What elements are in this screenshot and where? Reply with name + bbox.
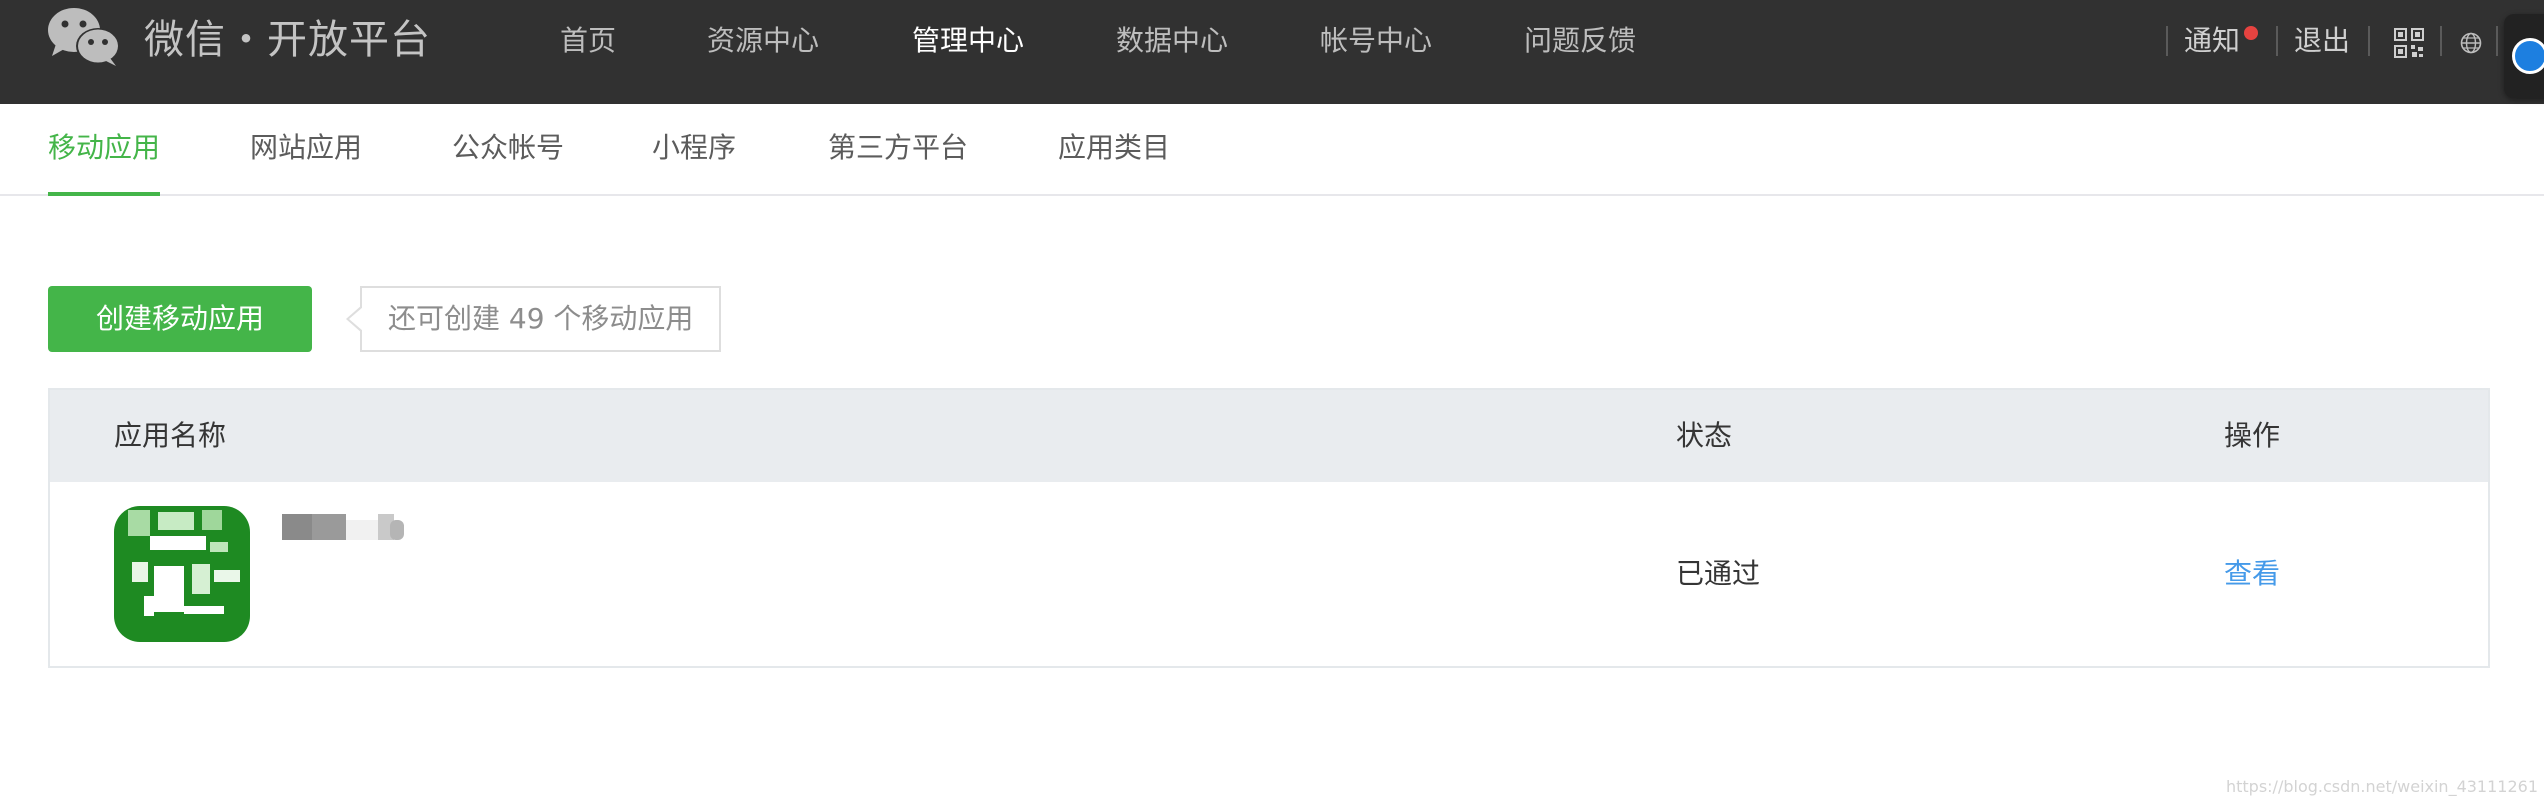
- tab-third-party[interactable]: 第三方平台: [828, 104, 968, 196]
- nav-management[interactable]: 管理中心: [912, 18, 1024, 64]
- view-app-link[interactable]: 查看: [2224, 482, 2280, 666]
- create-mobile-app-button[interactable]: 创建移动应用: [48, 286, 312, 352]
- divider: [2440, 26, 2442, 56]
- column-header-action: 操作: [2224, 419, 2281, 452]
- notify-dot-badge: [2244, 26, 2258, 40]
- column-header-name: 应用名称: [114, 419, 227, 452]
- redacted-name-mosaic: [282, 514, 404, 540]
- nav-account[interactable]: 帐号中心: [1320, 18, 1432, 64]
- app-icon: [114, 506, 250, 642]
- tab-official-accounts[interactable]: 公众帐号: [452, 104, 564, 196]
- app-status: 已通过: [1676, 557, 1761, 590]
- brand-logo[interactable]: 微信・开放平台: [46, 4, 431, 68]
- globe-icon[interactable]: [2460, 32, 2482, 54]
- nav-feedback[interactable]: 问题反馈: [1524, 18, 1636, 64]
- wechat-logo-icon: [48, 8, 120, 66]
- notify-link[interactable]: 通知: [2184, 18, 2240, 64]
- app-table: 应用名称 状态 操作 已通过 查看: [48, 388, 2490, 668]
- quota-text: 还可创建 49 个移动应用: [388, 302, 694, 335]
- column-header-status: 状态: [1676, 419, 1733, 452]
- nav-data[interactable]: 数据中心: [1116, 18, 1228, 64]
- watermark-text: https://blog.csdn.net/weixin_43111261: [2225, 777, 2538, 796]
- nav-resources[interactable]: 资源中心: [707, 18, 819, 64]
- logout-link[interactable]: 退出: [2294, 18, 2350, 64]
- divider: [2368, 26, 2370, 56]
- table-header: 应用名称 状态 操作: [50, 390, 2488, 482]
- remote-assist-tab[interactable]: [2504, 14, 2544, 98]
- table-row: 已通过 查看: [50, 482, 2488, 666]
- tab-website-apps[interactable]: 网站应用: [250, 104, 362, 196]
- brand-title: 微信・开放平台: [144, 17, 431, 63]
- qrcode-icon[interactable]: [2394, 28, 2424, 58]
- remote-control-icon: [2512, 38, 2544, 74]
- app-name-redacted[interactable]: [282, 512, 406, 546]
- top-navigation-bar: 微信・开放平台 首页 资源中心 管理中心 数据中心 帐号中心 问题反馈 通知 退…: [0, 0, 2544, 104]
- divider: [2276, 26, 2278, 56]
- tab-mobile-apps[interactable]: 移动应用: [48, 104, 161, 196]
- sub-navigation-tabs: 移动应用 网站应用 公众帐号 小程序 第三方平台 应用类目: [0, 104, 2544, 196]
- tab-app-categories[interactable]: 应用类目: [1058, 104, 1170, 196]
- nav-home[interactable]: 首页: [560, 18, 616, 64]
- divider: [2166, 26, 2168, 56]
- tip-arrow: [349, 307, 363, 331]
- remaining-quota-tip: 还可创建 49 个移动应用: [346, 286, 722, 352]
- divider: [2496, 26, 2498, 56]
- tab-mini-programs[interactable]: 小程序: [652, 104, 736, 196]
